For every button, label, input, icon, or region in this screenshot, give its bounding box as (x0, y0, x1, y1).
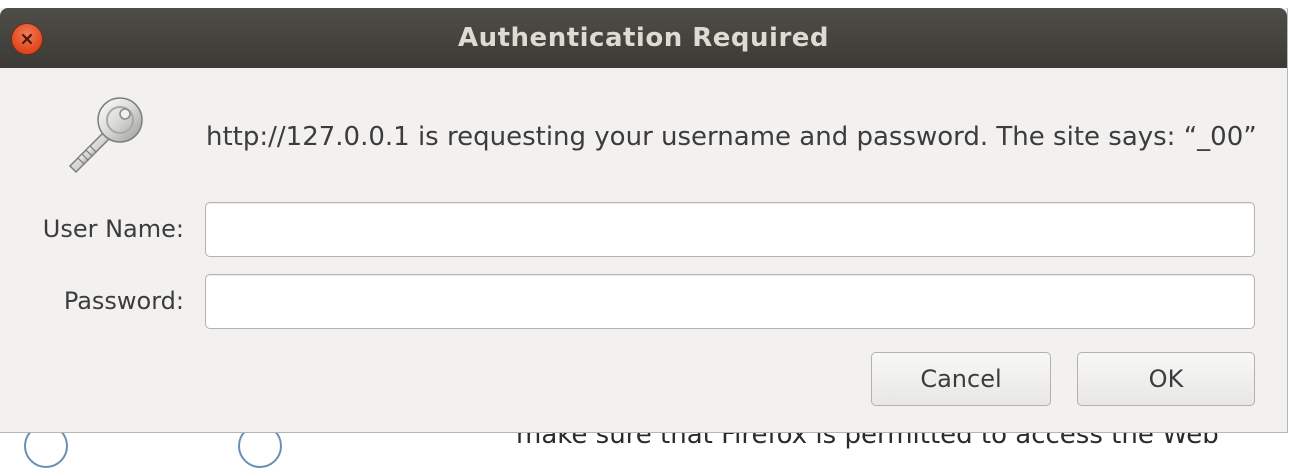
dialog-title: Authentication Required (457, 23, 830, 53)
cancel-button[interactable]: Cancel (871, 352, 1051, 406)
password-input[interactable] (205, 274, 1255, 329)
ok-button[interactable]: OK (1077, 352, 1255, 406)
auth-message: http://127.0.0.1 is requesting your user… (206, 122, 1257, 152)
password-label: Password: (63, 287, 184, 315)
username-label: User Name: (42, 215, 184, 243)
auth-dialog: Authentication Required http://127.0.0.1… (0, 8, 1288, 433)
titlebar: Authentication Required (0, 8, 1287, 68)
key-icon (68, 97, 143, 174)
username-input[interactable] (205, 202, 1255, 257)
